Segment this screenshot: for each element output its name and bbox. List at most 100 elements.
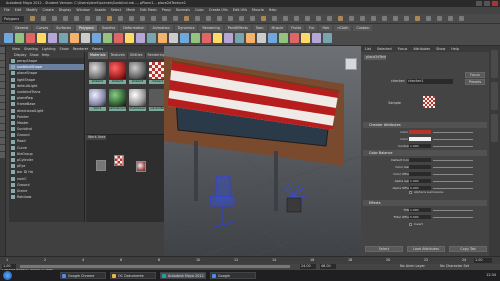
menu-select[interactable]: Select: [111, 7, 121, 14]
tool-button-icon[interactable]: [0, 152, 5, 158]
ae-menu-selected[interactable]: Selected: [377, 46, 392, 52]
range-bar[interactable]: [20, 265, 290, 268]
character-set-dropdown[interactable]: No Character Set: [440, 264, 490, 269]
shelf-tool-icon[interactable]: [103, 33, 112, 43]
status-tool-icon[interactable]: [360, 16, 365, 21]
material-swatch[interactable]: [129, 89, 146, 106]
attr-slider[interactable]: [433, 188, 473, 189]
status-tool-icon[interactable]: [30, 16, 35, 21]
attr-field[interactable]: [409, 158, 431, 162]
taskbar-item[interactable]: Autodesk Maya 2012: [160, 272, 206, 279]
shelf-tab-custom[interactable]: Custom: [353, 25, 373, 31]
shelf-tool-icon[interactable]: [81, 33, 90, 43]
status-tool-icon[interactable]: [85, 16, 90, 21]
status-tool-icon[interactable]: [118, 16, 123, 21]
section-effects[interactable]: Effects: [363, 200, 487, 206]
shelf-tab-subdivs[interactable]: Subdivs: [98, 25, 119, 31]
material-swatch[interactable]: [109, 89, 126, 106]
shelf-tool-icon[interactable]: [48, 33, 57, 43]
tool-button-icon[interactable]: [0, 138, 5, 144]
work-area[interactable]: Work Area: [86, 134, 168, 222]
ae-menu-attributes[interactable]: Attributes: [413, 46, 430, 52]
status-tool-icon[interactable]: [140, 16, 145, 21]
shelf-tool-icon[interactable]: [37, 33, 46, 43]
attr-color-swatch[interactable]: [409, 137, 431, 141]
menu-set-dropdown[interactable]: Polygons: [2, 16, 24, 22]
status-tool-icon[interactable]: [261, 16, 266, 21]
status-tool-icon[interactable]: [52, 16, 57, 21]
status-tool-icon[interactable]: [316, 16, 321, 21]
ae-node-tab[interactable]: place2dTexture2: [364, 55, 386, 60]
attr-field[interactable]: 0.000: [409, 215, 431, 219]
menu-help[interactable]: Help: [269, 7, 277, 14]
status-tool-icon[interactable]: [294, 16, 299, 21]
status-tool-icon[interactable]: [151, 16, 156, 21]
status-tool-icon[interactable]: [239, 16, 244, 21]
shelf-tool-icon[interactable]: [257, 33, 266, 43]
shelf-tab-deformation[interactable]: Deformation: [120, 25, 148, 31]
ae-menu-list[interactable]: List: [365, 46, 371, 52]
shelf-tool-icon[interactable]: [290, 33, 299, 43]
status-tool-icon[interactable]: [184, 16, 189, 21]
shelf-tool-icon[interactable]: [26, 33, 35, 43]
status-tool-icon[interactable]: [195, 16, 200, 21]
menu-proxy[interactable]: Proxy: [162, 7, 171, 14]
shelf-tab-polygons[interactable]: Polygons: [75, 25, 97, 31]
shelf-tool-icon[interactable]: [125, 33, 134, 43]
status-tool-icon[interactable]: [272, 16, 277, 21]
shelf-tab-rendering[interactable]: Rendering: [199, 25, 223, 31]
maximize-button[interactable]: [484, 1, 490, 6]
status-tool-icon[interactable]: [107, 16, 112, 21]
time-slider[interactable]: 1 2 4 6 8 10 12 14 16 18 20 22 24 1.00: [0, 256, 500, 264]
status-tool-icon[interactable]: [371, 16, 376, 21]
hypershade-tab-materials[interactable]: Materials: [88, 52, 108, 59]
shelf-tool-icon[interactable]: [114, 33, 123, 43]
shelf-tool-icon[interactable]: [169, 33, 178, 43]
attribute-editor-tab[interactable]: [491, 82, 498, 110]
material-swatch[interactable]: [89, 62, 106, 79]
taskbar-item[interactable]: OC Dokumente: [110, 272, 156, 279]
hypershade-tab-textures[interactable]: Textures: [108, 52, 127, 59]
shelf-tool-icon[interactable]: [301, 33, 310, 43]
alpha-luminance-checkbox[interactable]: [409, 191, 412, 194]
status-tool-icon[interactable]: [448, 16, 453, 21]
shelf-tool-icon[interactable]: [191, 33, 200, 43]
shelf-tab-painteffects[interactable]: PaintEffects: [224, 25, 251, 31]
shelf-tool-icon[interactable]: [202, 33, 211, 43]
tool-button-icon[interactable]: [0, 96, 5, 102]
attr-slider[interactable]: [433, 160, 473, 161]
shelf-tool-icon[interactable]: [323, 33, 332, 43]
checker-node[interactable]: [114, 155, 124, 166]
end-frame-field[interactable]: 24.00: [300, 264, 316, 269]
attr-field[interactable]: 1.000: [409, 144, 431, 148]
status-tool-icon[interactable]: [382, 16, 387, 21]
shelf-tool-icon[interactable]: [59, 33, 68, 43]
attr-field[interactable]: 1.000: [409, 179, 431, 183]
tool-button-icon[interactable]: [0, 54, 5, 60]
ae-button-load-attributes[interactable]: Load Attributes: [407, 246, 445, 252]
tool-button-icon[interactable]: [0, 82, 5, 88]
menu-file[interactable]: File: [4, 7, 10, 14]
material-node[interactable]: [136, 161, 146, 172]
menu-assets[interactable]: Assets: [95, 7, 106, 14]
menu-normals[interactable]: Normals: [176, 7, 190, 14]
shelf-tool-icon[interactable]: [15, 33, 24, 43]
perspective-viewport[interactable]: [164, 46, 361, 256]
minimize-button[interactable]: [476, 1, 482, 6]
menu-edit-uvs[interactable]: Edit UVs: [233, 7, 247, 14]
status-tool-icon[interactable]: [327, 16, 332, 21]
attr-color-swatch[interactable]: [409, 130, 431, 134]
hypershade-tab-utilities[interactable]: Utilities: [127, 52, 145, 59]
attr-field[interactable]: 1.000: [409, 208, 431, 212]
shelf-tool-icon[interactable]: [279, 33, 288, 43]
status-tool-icon[interactable]: [41, 16, 46, 21]
ae-button-copy-tab[interactable]: Copy Tab: [449, 246, 487, 252]
tool-button-icon[interactable]: [0, 68, 5, 74]
node-name-field[interactable]: checker1: [407, 79, 453, 84]
status-tool-icon[interactable]: [393, 16, 398, 21]
shelf-tool-icon[interactable]: [268, 33, 277, 43]
material-swatch[interactable]: [129, 62, 146, 79]
tool-button-icon[interactable]: [0, 61, 5, 67]
shelf-tab-fur[interactable]: Fur: [306, 25, 318, 31]
tool-settings-tab[interactable]: [491, 114, 498, 142]
